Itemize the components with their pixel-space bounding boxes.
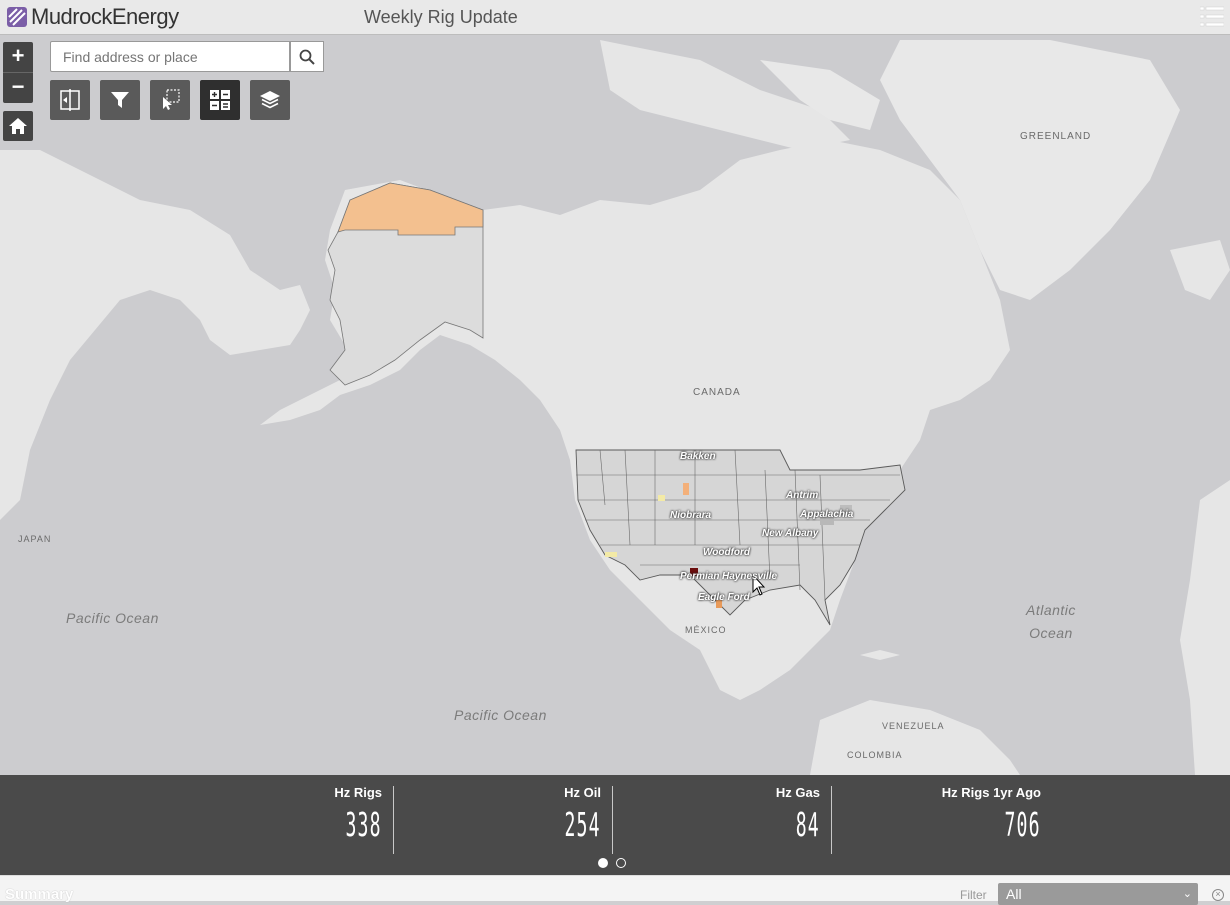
swipe-icon (60, 89, 80, 111)
ocean-label-pacific-south: Pacific Ocean (454, 707, 547, 723)
search-icon (299, 49, 315, 65)
stat-divider (393, 786, 394, 854)
play-label-niobrara: Niobrara (670, 510, 712, 521)
ocean-label-atlantic-line2: Ocean (1029, 625, 1073, 641)
stat-label: Hz Gas (775, 785, 820, 800)
stat-value: 254 (564, 805, 601, 844)
play-label-haynesville: Haynesville (722, 571, 778, 582)
layers-tool-button[interactable] (250, 80, 290, 120)
select-features-icon (163, 89, 180, 110)
filter-tool-button[interactable] (100, 80, 140, 120)
search-box (50, 41, 290, 72)
zoom-control: + − (3, 42, 33, 103)
ocean-label-atlantic: Atlantic Ocean (1026, 599, 1076, 645)
map-view[interactable]: GREENLAND CANADA JAPAN MÉXICO VENEZUELA … (0, 35, 1230, 775)
zoom-in-button[interactable]: + (3, 42, 33, 72)
map-label-japan: JAPAN (18, 534, 52, 544)
summary-panel: Summary Filter All ⌄ × (0, 875, 1230, 905)
stat-label: Hz Rigs (334, 785, 382, 800)
play-label-bakken: Bakken (680, 451, 716, 462)
page-title: Weekly Rig Update (364, 7, 518, 27)
stat-hz-oil: Hz Oil 254 (470, 775, 613, 865)
play-label-woodford: Woodford (703, 547, 751, 558)
map-label-mexico: MÉXICO (685, 625, 727, 635)
stat-hz-rigs-1yr-ago: Hz Rigs 1yr Ago 706 (900, 775, 1053, 865)
stats-pager (598, 858, 626, 868)
basemap (0, 40, 1230, 775)
logo-text: MudrockEnergy (31, 4, 179, 29)
select-tool-button[interactable] (150, 80, 190, 120)
play-label-appalachia: Appalachia (800, 509, 854, 520)
summary-tool-button[interactable] (200, 80, 240, 120)
calculator-icon (210, 90, 230, 110)
chevron-down-icon: ⌄ (1182, 888, 1192, 900)
play-label-eagle-ford: Eagle Ford (698, 592, 750, 603)
summary-title: Summary (5, 886, 74, 903)
home-button[interactable] (3, 111, 33, 141)
stat-value: 338 (345, 805, 382, 844)
swipe-tool-button[interactable] (50, 80, 90, 120)
map-label-colombia: COLOMBIA (847, 750, 903, 760)
play-label-permian: Permian (680, 571, 720, 582)
layers-icon (260, 91, 280, 109)
ocean-label-pacific-west: Pacific Ocean (66, 610, 159, 626)
stat-divider (831, 786, 832, 854)
filter-select[interactable]: All ⌄ (998, 883, 1198, 905)
stat-hz-gas: Hz Gas 84 (690, 775, 832, 865)
list-menu-icon[interactable] (1200, 3, 1224, 31)
stat-value: 84 (795, 805, 820, 844)
pager-dot-1[interactable] (598, 858, 608, 868)
filter-icon (111, 92, 129, 108)
zoom-out-button[interactable]: − (3, 72, 33, 103)
app-header: MudrockEnergy Weekly Rig Update (0, 0, 1230, 35)
stat-label: Hz Oil (564, 785, 601, 800)
ocean-label-atlantic-line1: Atlantic (1026, 602, 1076, 618)
map-label-greenland: GREENLAND (1020, 131, 1092, 142)
play-label-antrim: Antrim (786, 490, 819, 501)
stat-divider (612, 786, 613, 854)
stat-value: 706 (1004, 805, 1041, 844)
map-label-canada: CANADA (693, 387, 741, 398)
stat-hz-rigs: Hz Rigs 338 (250, 775, 394, 865)
logo-mark-icon (7, 7, 27, 27)
pager-dot-2[interactable] (616, 858, 626, 868)
play-label-new-albany: New Albany (762, 528, 819, 539)
close-icon[interactable]: × (1212, 889, 1224, 901)
search-button[interactable] (290, 41, 324, 72)
stat-label: Hz Rigs 1yr Ago (941, 785, 1041, 800)
logo: MudrockEnergy (6, 4, 179, 30)
map-label-venezuela: VENEZUELA (882, 721, 945, 731)
search-input[interactable] (61, 42, 290, 71)
home-icon (9, 118, 27, 134)
